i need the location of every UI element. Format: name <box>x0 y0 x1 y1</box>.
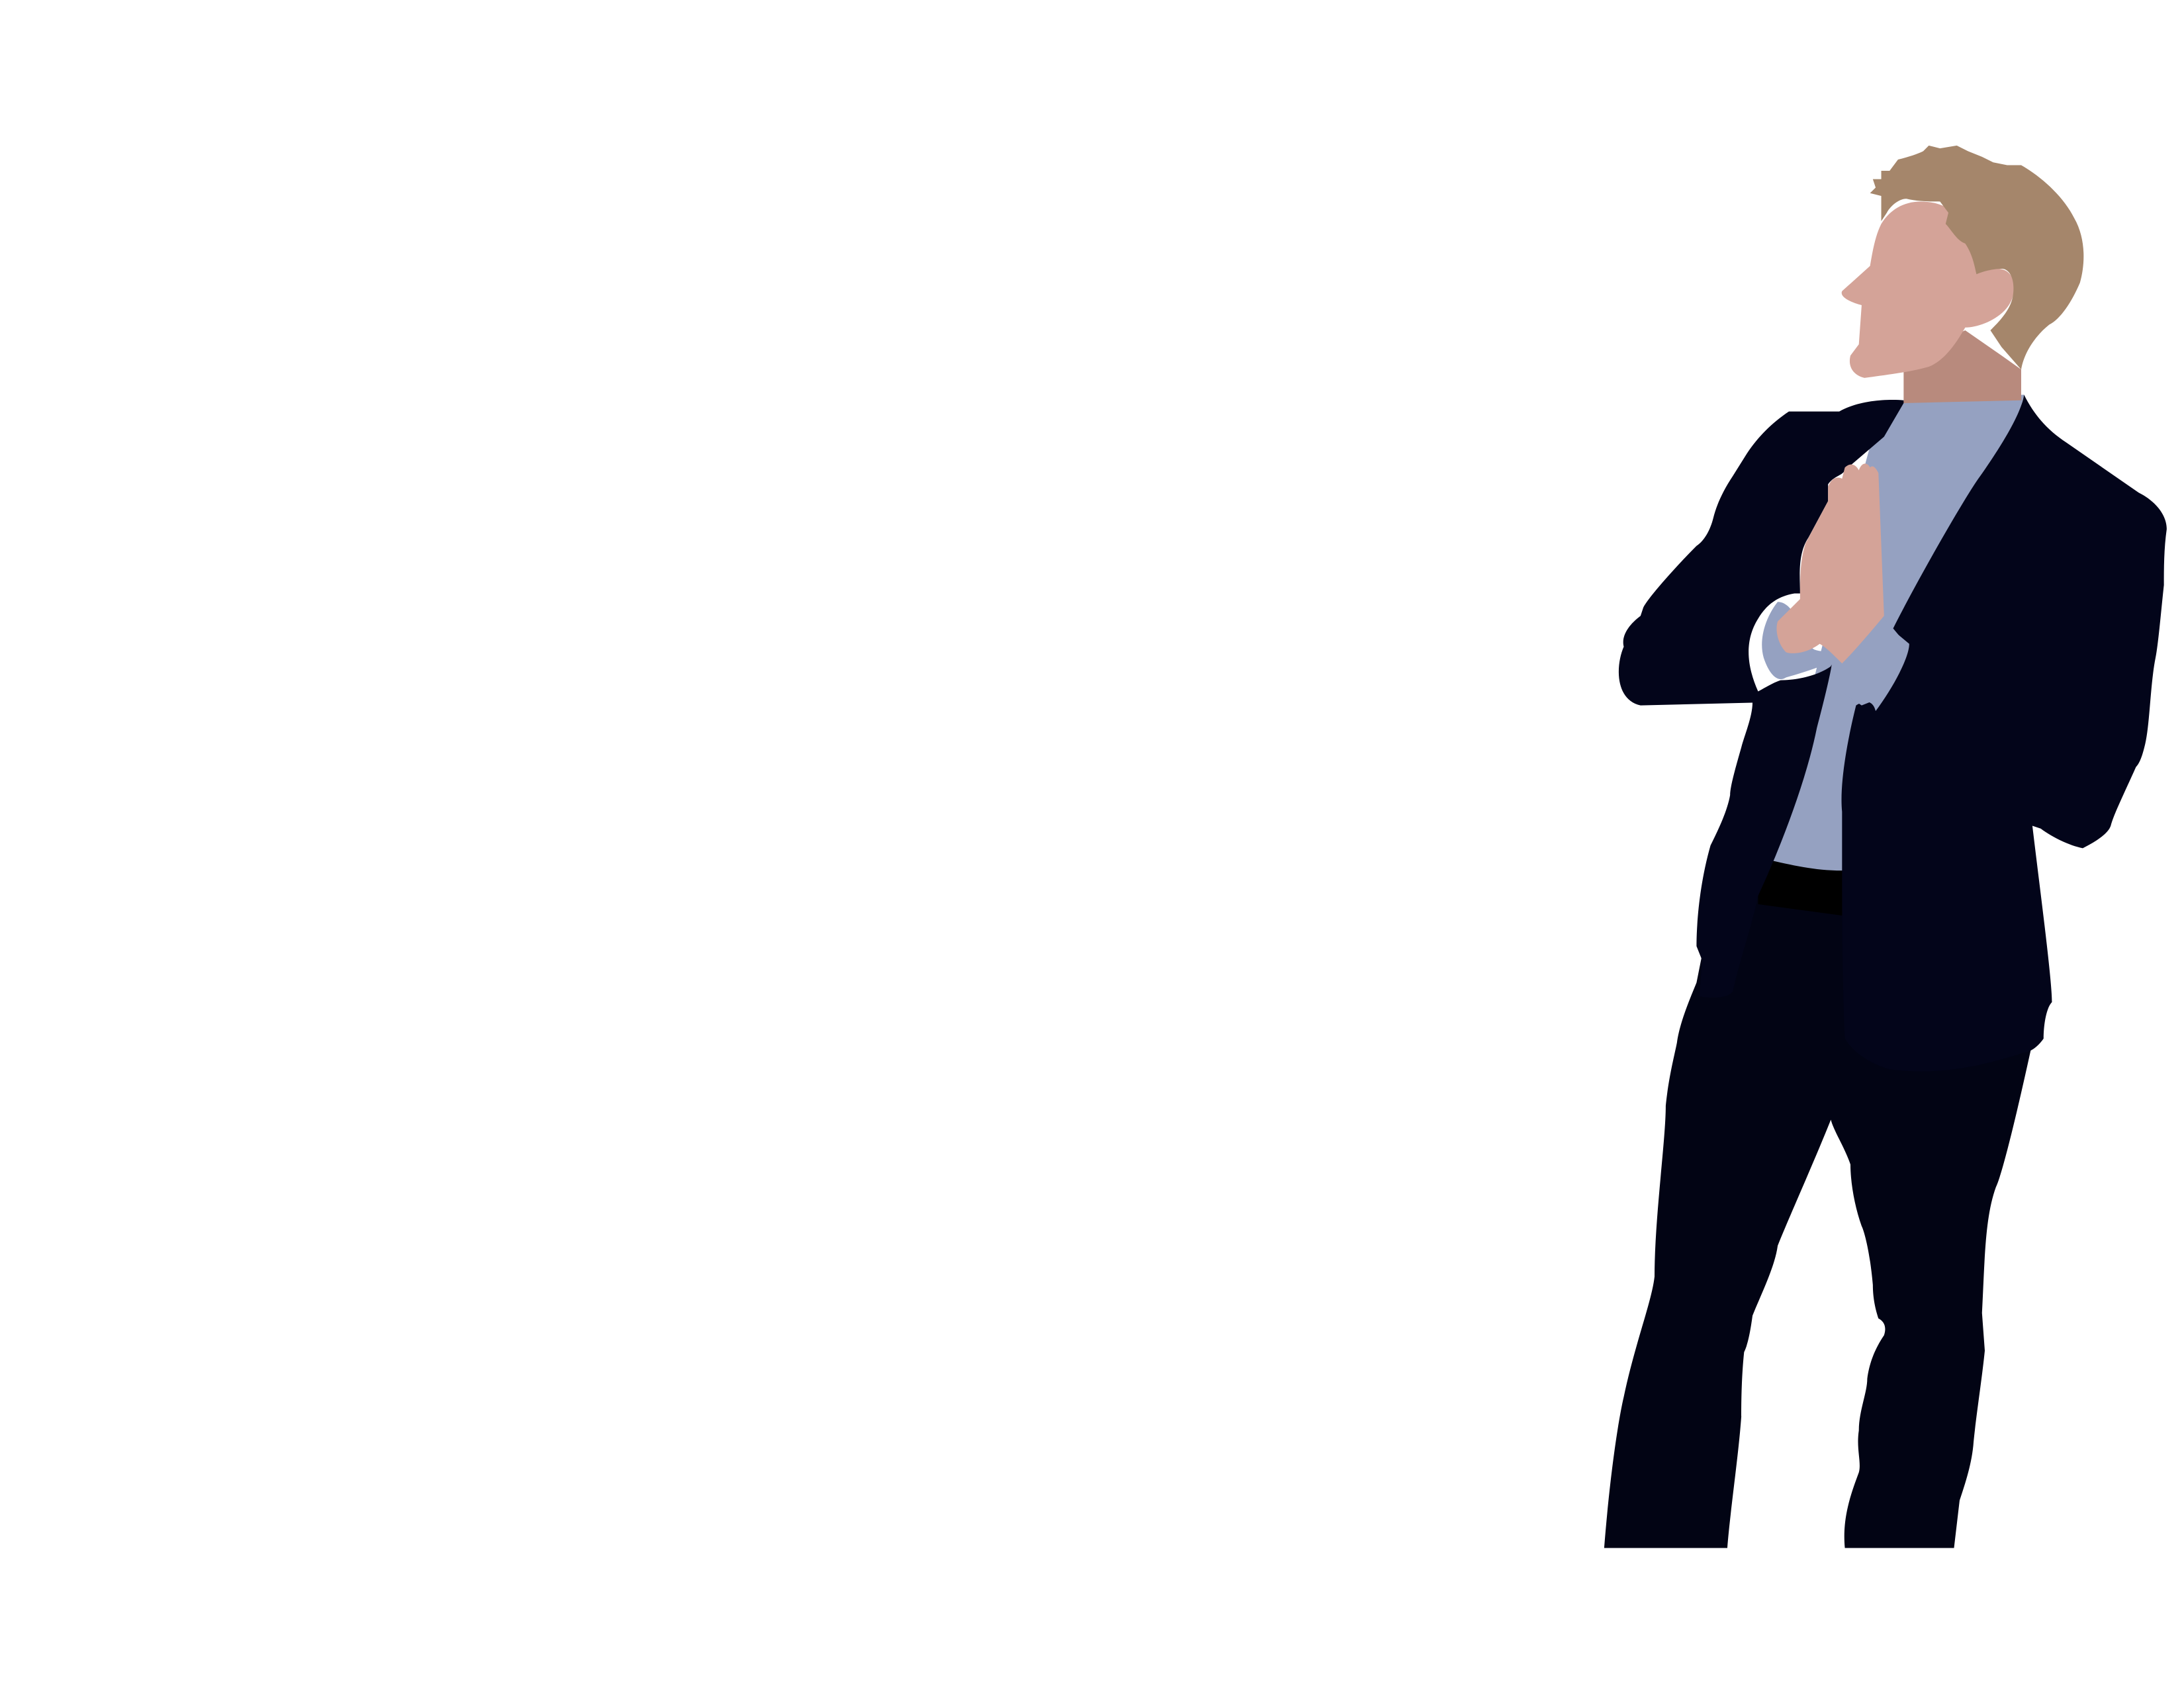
man-figure-svg <box>1604 145 2167 1548</box>
man-figure <box>0 0 2184 1688</box>
illustration-canvas <box>0 0 2184 1688</box>
